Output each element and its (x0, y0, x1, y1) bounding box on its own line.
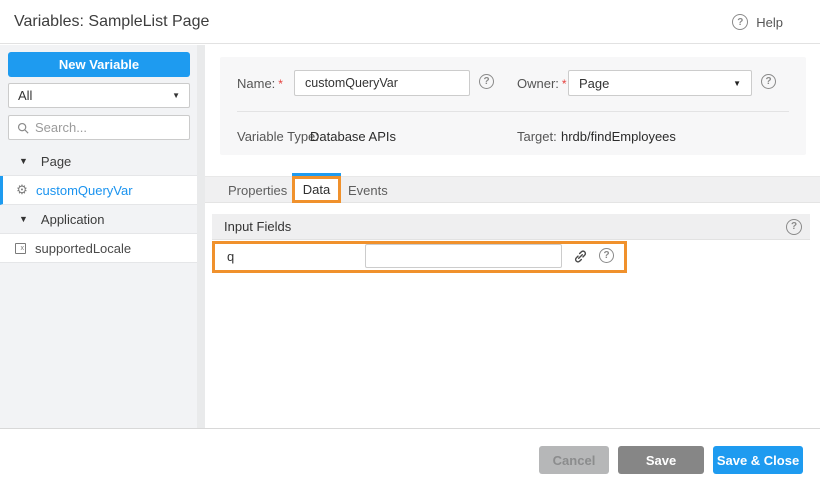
owner-select[interactable]: Page ▼ (568, 70, 752, 96)
target-label: Target: (517, 129, 557, 144)
name-input[interactable] (294, 70, 470, 96)
variables-dialog: Variables: SampleList Page ? Help New Va… (0, 0, 820, 489)
help-link[interactable]: ? Help (732, 0, 783, 44)
search-box (8, 115, 190, 140)
required-marker: * (562, 77, 567, 91)
footer-buttons: Cancel Save Save & Close (539, 446, 803, 474)
variable-icon: x (15, 243, 26, 254)
name-help-icon[interactable]: ? (479, 74, 494, 89)
new-variable-button[interactable]: New Variable (8, 52, 190, 77)
variable-type-label: Variable Type: (237, 129, 319, 144)
variable-summary-card: Name:* ? Owner:* Page ▼ ? Variable Type:… (220, 57, 806, 155)
tree-item-supportedlocale[interactable]: x supportedLocale (0, 234, 197, 263)
required-marker: * (278, 77, 283, 91)
variables-sidebar: New Variable All ▼ ▼ Page ⚙︎ customQuery… (0, 45, 197, 428)
field-help-icon[interactable]: ? (599, 248, 614, 263)
search-icon (17, 122, 29, 134)
target-value: hrdb/findEmployees (561, 129, 676, 144)
tree-group-label: Application (41, 212, 105, 227)
save-button[interactable]: Save (618, 446, 704, 474)
dialog-footer: Cancel Save Save & Close (0, 429, 820, 489)
field-name-label: q (227, 249, 234, 264)
tree-group-application[interactable]: ▼ Application (0, 205, 197, 234)
tab-properties[interactable]: Properties (228, 177, 287, 204)
input-field-row-q: q ? (212, 241, 627, 273)
input-fields-title: Input Fields (224, 219, 291, 234)
chevron-down-icon: ▼ (733, 79, 741, 88)
tree-item-label: supportedLocale (35, 241, 131, 256)
input-fields-help-icon[interactable]: ? (786, 219, 802, 235)
input-fields-header: Input Fields ? (212, 214, 810, 240)
sidebar-scrollbar[interactable] (197, 45, 205, 428)
variable-filter-select[interactable]: All ▼ (8, 83, 190, 108)
search-input[interactable] (35, 120, 175, 135)
variable-detail-panel: Name:* ? Owner:* Page ▼ ? Variable Type:… (205, 45, 820, 428)
variable-type-value: Database APIs (310, 129, 396, 144)
triangle-down-icon: ▼ (19, 214, 28, 224)
tree-item-label: customQueryVar (36, 183, 133, 198)
owner-label: Owner:* (517, 76, 567, 91)
tab-events[interactable]: Events (348, 177, 388, 204)
owner-select-value: Page (579, 76, 609, 91)
variables-tree: ▼ Page ⚙︎ customQueryVar ▼ Application x… (0, 147, 197, 263)
card-divider (237, 111, 789, 112)
dialog-header: Variables: SampleList Page ? Help (0, 0, 820, 44)
save-close-button[interactable]: Save & Close (713, 446, 803, 474)
help-label: Help (756, 15, 783, 30)
name-label-text: Name: (237, 76, 275, 91)
name-label: Name:* (237, 76, 283, 91)
variable-filter-value: All (18, 88, 32, 103)
gear-icon: ⚙︎ (15, 182, 29, 198)
help-icon: ? (732, 14, 748, 30)
tree-group-label: Page (41, 154, 71, 169)
tab-data[interactable]: Data (292, 176, 341, 203)
triangle-down-icon: ▼ (19, 156, 28, 166)
field-q-input[interactable] (365, 244, 562, 268)
tree-item-customqueryvar[interactable]: ⚙︎ customQueryVar (0, 176, 197, 205)
page-title: Variables: SampleList Page (14, 13, 209, 31)
chevron-down-icon: ▼ (172, 91, 180, 100)
owner-label-text: Owner: (517, 76, 559, 91)
owner-help-icon[interactable]: ? (761, 74, 776, 89)
bind-link-icon[interactable] (571, 248, 589, 266)
cancel-button[interactable]: Cancel (539, 446, 609, 474)
tree-group-page[interactable]: ▼ Page (0, 147, 197, 176)
